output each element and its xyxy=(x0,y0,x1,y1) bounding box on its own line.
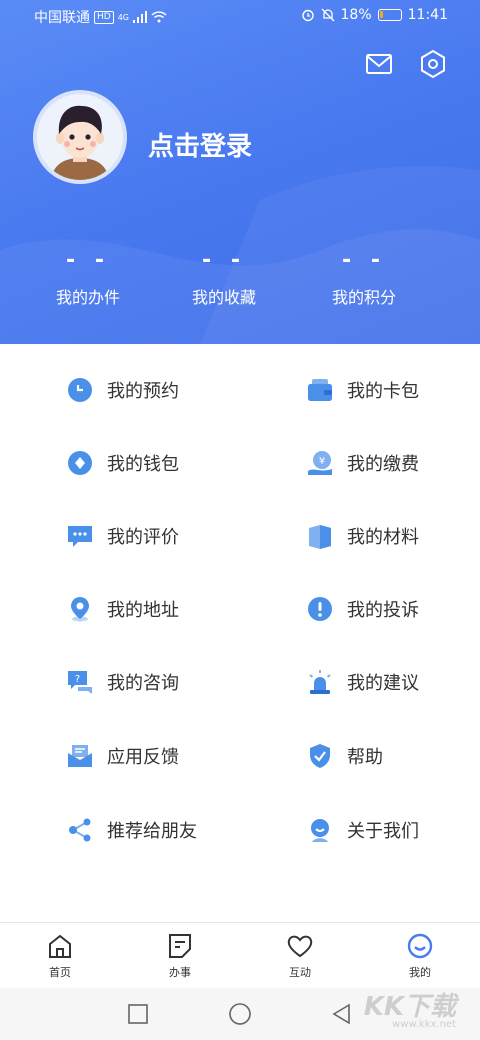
nav-label: 互动 xyxy=(289,966,311,979)
status-bar: 中国联通 HD 4G 18% 11:41 xyxy=(0,0,480,32)
stat-my-favorites[interactable]: - - 我的收藏 xyxy=(154,248,294,308)
alarm-icon xyxy=(309,670,331,694)
menu-item-feedback[interactable]: 应用反馈 xyxy=(66,736,179,776)
stat-my-points[interactable]: - - 我的积分 xyxy=(294,248,434,308)
watermark: KK下载 www.kkx.net xyxy=(364,986,456,1030)
nav-services[interactable]: 办事 xyxy=(120,923,240,989)
menu-label: 帮助 xyxy=(347,747,383,768)
clock-time: 11:41 xyxy=(407,7,448,23)
menu-label: 我的预约 xyxy=(107,381,179,402)
question-icon: ? xyxy=(68,671,92,694)
hd-badge: HD xyxy=(94,10,114,24)
clock-icon xyxy=(68,378,92,402)
document-icon xyxy=(169,934,191,958)
menu-label: 我的缴费 xyxy=(347,454,419,475)
menu-label: 我的评价 xyxy=(107,527,179,548)
avatar[interactable] xyxy=(33,90,127,184)
menu-item-payment[interactable]: ¥ 我的缴费 xyxy=(306,443,419,483)
battery-percent: 18% xyxy=(340,7,372,23)
materials-icon xyxy=(309,525,331,549)
menu-label: 我的建议 xyxy=(347,673,419,694)
menu-item-appointment[interactable]: 我的预约 xyxy=(66,370,179,410)
svg-text:?: ? xyxy=(75,674,80,685)
stats-row: - - 我的办件 - - 我的收藏 - - 我的积分 xyxy=(0,248,480,308)
menu-label: 我的地址 xyxy=(107,600,179,621)
battery-icon xyxy=(377,9,402,21)
menu-label: 关于我们 xyxy=(347,821,419,842)
avatar-boy-icon xyxy=(51,105,109,180)
payment-icon: ¥ xyxy=(308,451,332,475)
menu-item-card-wallet[interactable]: 我的卡包 xyxy=(306,370,419,410)
heart-icon xyxy=(287,935,313,958)
wifi-icon xyxy=(151,11,167,23)
comment-icon xyxy=(68,526,92,547)
nav-label: 首页 xyxy=(49,966,71,979)
stat-label: 我的积分 xyxy=(331,288,396,307)
back-triangle-icon[interactable] xyxy=(330,1002,354,1026)
carrier-label: 中国联通 xyxy=(34,10,90,26)
nav-label: 我的 xyxy=(409,966,431,979)
share-icon xyxy=(69,818,91,842)
about-icon xyxy=(311,819,329,842)
mute-bell-icon xyxy=(321,8,334,22)
menu-label: 应用反馈 xyxy=(107,747,179,768)
menu-label: 我的咨询 xyxy=(107,673,179,694)
bottom-nav: 首页 办事 互动 我的 xyxy=(0,922,480,988)
menu-label: 我的投诉 xyxy=(347,600,419,621)
stat-value: - - xyxy=(342,248,386,273)
stat-value: - - xyxy=(66,248,110,273)
menu-label: 推荐给朋友 xyxy=(107,821,197,842)
stat-label: 我的收藏 xyxy=(191,288,256,307)
home-circle-icon[interactable] xyxy=(228,1002,252,1026)
card-wallet-icon xyxy=(308,379,332,401)
menu-item-help[interactable]: 帮助 xyxy=(306,736,383,776)
menu-item-complaint[interactable]: 我的投诉 xyxy=(306,589,419,629)
nav-mine[interactable]: 我的 xyxy=(360,923,480,989)
home-icon xyxy=(49,934,71,958)
network-label: 4G xyxy=(117,12,129,22)
menu-label: 我的卡包 xyxy=(347,381,419,402)
complaint-icon xyxy=(308,597,332,621)
menu-item-address[interactable]: 我的地址 xyxy=(66,589,179,629)
nav-interact[interactable]: 互动 xyxy=(240,923,360,989)
menu-label: 我的材料 xyxy=(347,527,419,548)
stat-my-cases[interactable]: - - 我的办件 xyxy=(22,248,154,308)
shield-icon xyxy=(310,744,330,768)
menu-item-recommend[interactable]: 推荐给朋友 xyxy=(66,810,197,850)
menu-item-about[interactable]: 关于我们 xyxy=(306,810,419,850)
screen: 中国联通 HD 4G 18% 11:41 点击登录 - - 我的办件 - - 我… xyxy=(0,0,480,1040)
menu-item-consultation[interactable]: ? 我的咨询 xyxy=(66,662,179,702)
alarm-clock-icon xyxy=(301,9,314,22)
watermark-text: KK下载 xyxy=(363,992,456,1022)
wallet-icon xyxy=(68,451,92,475)
settings-icon[interactable] xyxy=(417,48,449,80)
menu-item-suggestion[interactable]: 我的建议 xyxy=(306,662,419,702)
nav-home[interactable]: 首页 xyxy=(0,923,120,989)
menu-item-materials[interactable]: 我的材料 xyxy=(306,516,419,556)
signal-icon xyxy=(133,11,147,23)
recent-apps-icon[interactable] xyxy=(126,1002,150,1026)
smile-icon xyxy=(407,933,433,959)
location-icon xyxy=(71,597,89,622)
nav-label: 办事 xyxy=(169,966,191,979)
menu-item-wallet[interactable]: 我的钱包 xyxy=(66,443,179,483)
menu-item-review[interactable]: 我的评价 xyxy=(66,516,179,556)
svg-text:¥: ¥ xyxy=(319,456,325,467)
login-button[interactable]: 点击登录 xyxy=(148,126,252,163)
envelope-icon xyxy=(68,745,92,767)
stat-value: - - xyxy=(202,248,246,273)
menu-label: 我的钱包 xyxy=(107,454,179,475)
stat-label: 我的办件 xyxy=(55,288,120,307)
mail-icon[interactable] xyxy=(363,48,395,80)
profile-header: 中国联通 HD 4G 18% 11:41 点击登录 - - 我的办件 - - 我… xyxy=(0,0,480,344)
